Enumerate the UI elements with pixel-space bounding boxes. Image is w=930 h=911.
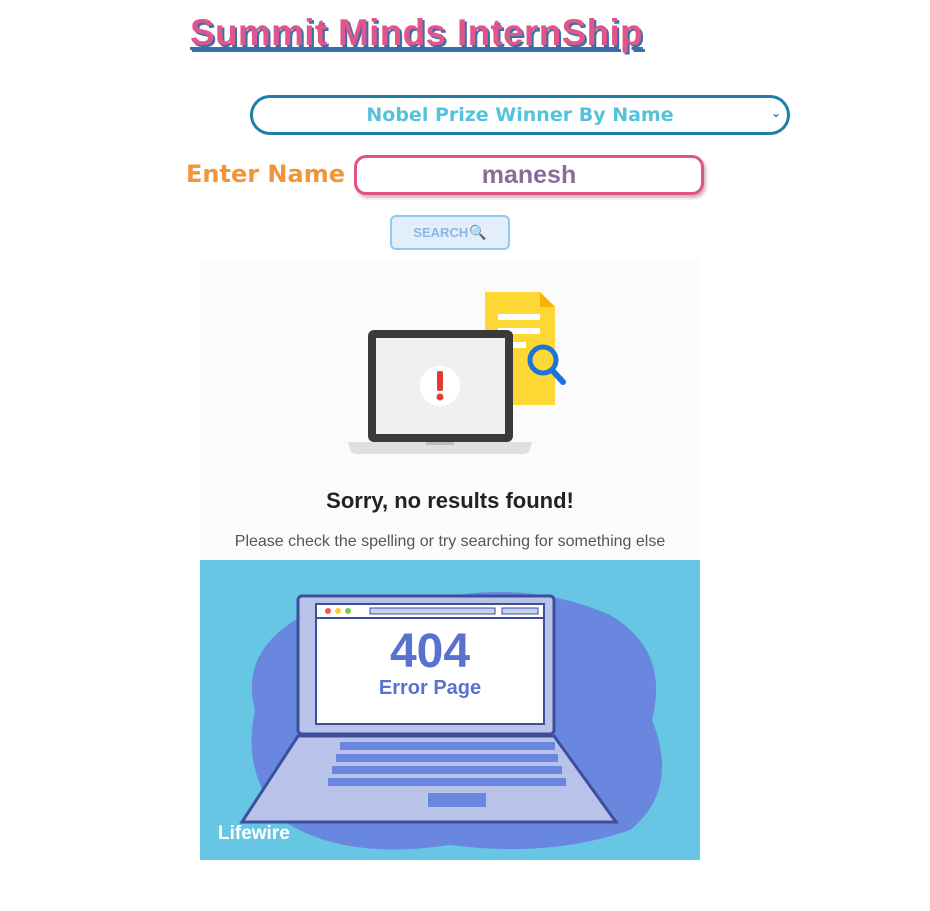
page-title: Summit Minds InternShip (190, 12, 643, 53)
error-code: 404 (389, 625, 471, 678)
name-input[interactable]: manesh (354, 155, 704, 195)
name-input-value: manesh (481, 160, 577, 189)
error-label: Error Page (378, 677, 482, 699)
magnifier-icon: 🔍 (469, 224, 487, 240)
no-results-subtext: Please check the spelling or try searchi… (234, 533, 666, 550)
chevron-down-icon: ⌄ (770, 106, 781, 120)
search-button[interactable]: SEARCH 🔍 (390, 215, 510, 250)
no-results-image: Sorry, no results found! Please check th… (200, 260, 700, 560)
error-screen-text: 404 Error Page (316, 604, 544, 724)
error-404-image: 404 Error Page Lifewire (200, 560, 700, 860)
name-label: Enter Name : (186, 160, 363, 188)
no-results-heading: Sorry, no results found! (326, 488, 574, 513)
search-mode-selected: Nobel Prize Winner By Name (366, 104, 674, 126)
search-button-label: SEARCH (413, 225, 469, 240)
lifewire-logo: Lifewire (218, 823, 290, 844)
search-mode-select[interactable]: Nobel Prize Winner By Name ⌄ (250, 95, 790, 135)
no-results-illustration (348, 292, 566, 454)
